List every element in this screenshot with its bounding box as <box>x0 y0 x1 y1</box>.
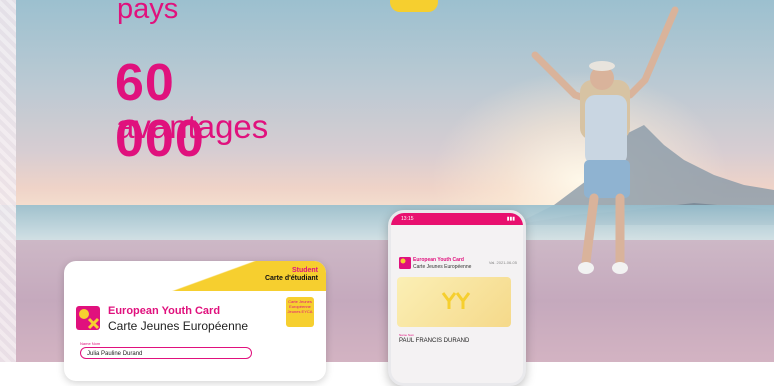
phone-mockup: 13:15 ▮▮▮ European Youth Card Carte Jeun… <box>388 210 526 386</box>
phone-valid-date: Val. 2021-06-05 <box>488 260 517 265</box>
headline-pays: pays <box>117 0 179 25</box>
phone-holder-name: PAUL FRANCIS DURAND <box>399 338 470 344</box>
phone-title-en: European Youth Card <box>413 257 464 263</box>
signal-icon: ▮▮▮ <box>506 216 515 222</box>
yellow-tab-decoration <box>390 0 438 12</box>
eyca-logo-icon <box>76 306 100 330</box>
headline-avantages: avantages <box>116 108 269 145</box>
card-name-field: Julia Pauline Durand <box>80 347 252 359</box>
phone-status-bar: 13:15 ▮▮▮ <box>391 213 523 225</box>
phone-title-fr: Carte Jeunes Européenne <box>413 264 472 270</box>
card-badge: Carte Jeunes Européenne Jeunes EYCA <box>286 297 314 327</box>
yy-logo-icon <box>441 292 471 309</box>
eyca-card: Student Carte d'étudiant European Youth … <box>64 261 326 381</box>
card-title-en: European Youth Card <box>108 305 221 317</box>
card-student-fr: Carte d'étudiant <box>264 275 318 282</box>
card-title-fr: Carte Jeunes Européenne <box>108 319 249 333</box>
phone-time: 13:15 <box>401 216 414 222</box>
eyca-logo-icon <box>399 257 411 269</box>
card-student-label: Student Carte d'étudiant <box>265 267 318 283</box>
card-student-en: Student <box>291 267 318 274</box>
phone-name-label: Name Nom <box>399 333 415 337</box>
decorative-edge <box>0 0 16 362</box>
card-name-label: Name Nom <box>80 341 101 346</box>
